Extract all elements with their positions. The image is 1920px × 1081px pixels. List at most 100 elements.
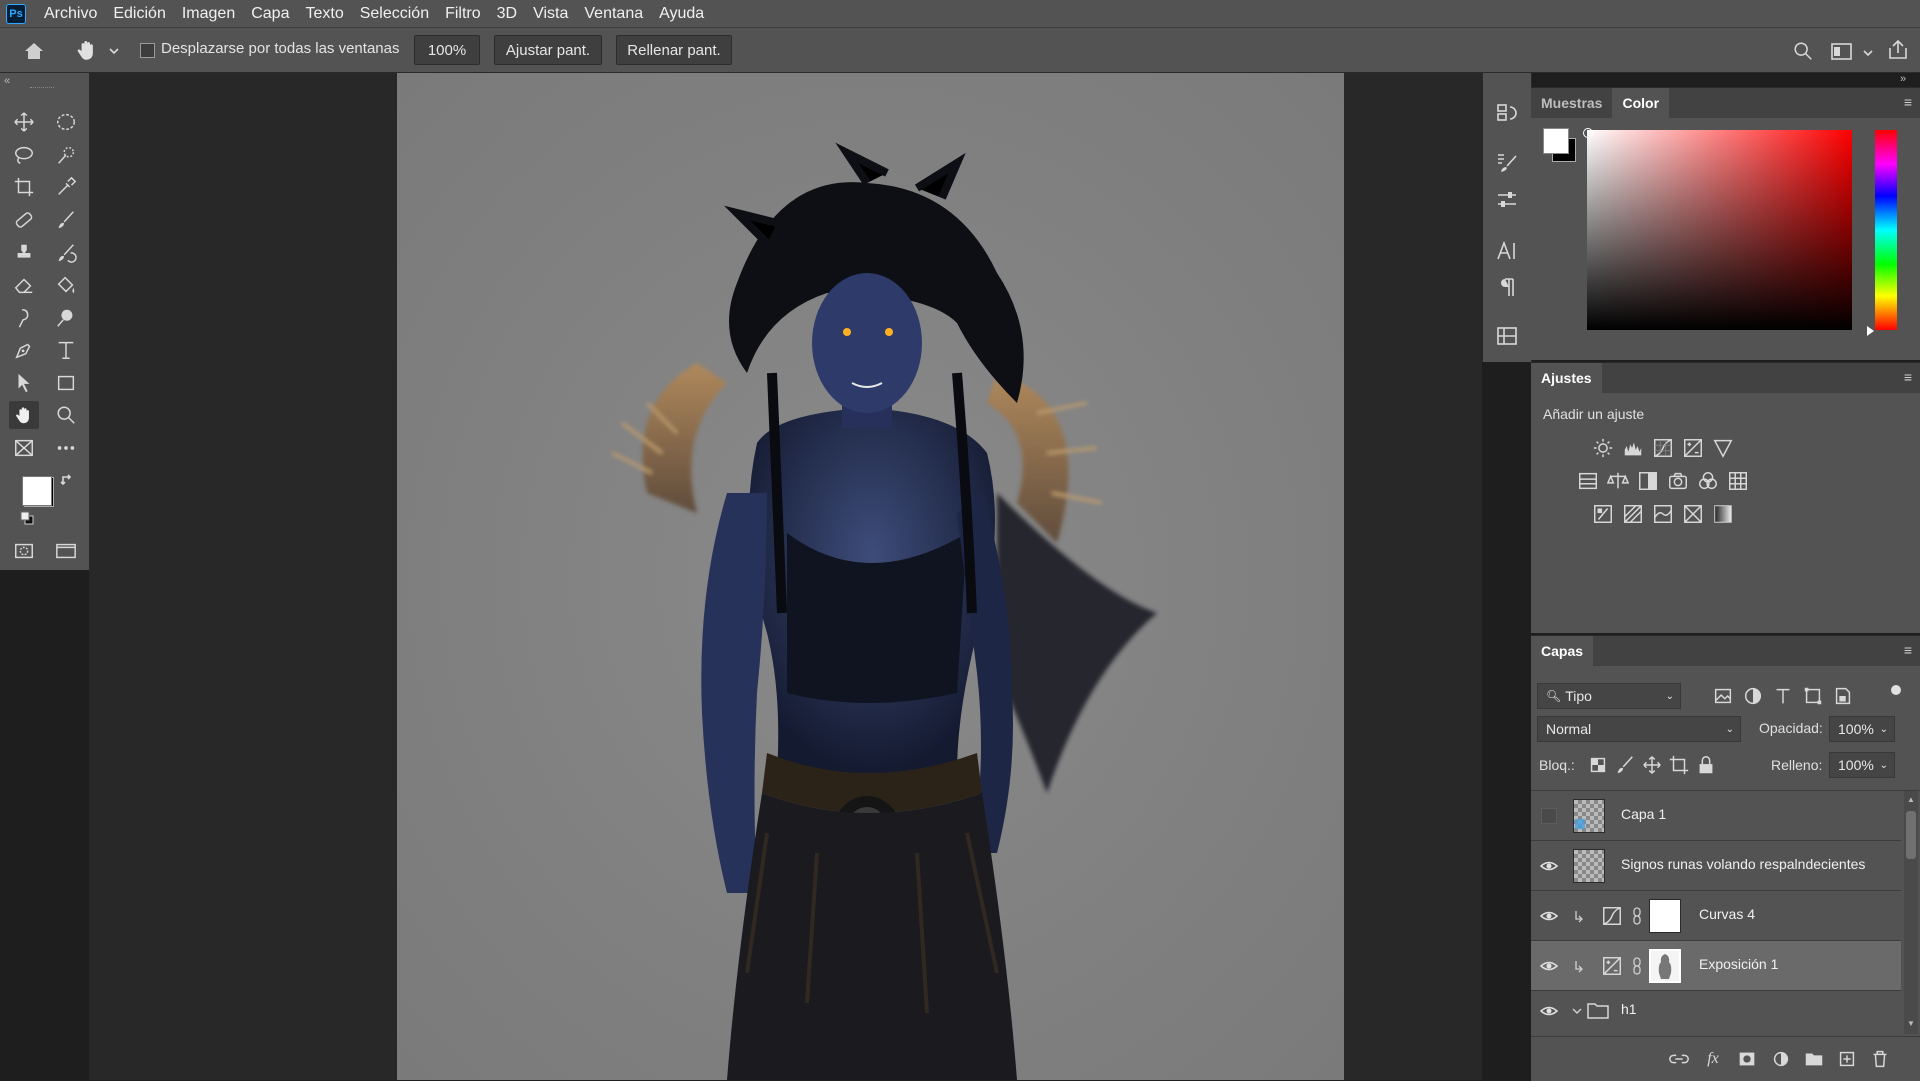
threshold-icon[interactable] bbox=[1651, 502, 1675, 526]
photo-filter-icon[interactable] bbox=[1666, 469, 1690, 493]
panel-menu-icon[interactable]: ≡ bbox=[1904, 94, 1912, 110]
collapse-toolbar-icon[interactable]: « bbox=[4, 75, 10, 87]
menu-vista[interactable]: Vista bbox=[525, 0, 576, 27]
filter-pixel-icon[interactable] bbox=[1711, 684, 1735, 708]
menu-3d[interactable]: 3D bbox=[489, 0, 525, 27]
zoom-tool-icon[interactable] bbox=[51, 401, 81, 429]
layer-visibility-toggle[interactable] bbox=[1541, 808, 1557, 824]
quick-selection-tool-icon[interactable] bbox=[51, 141, 81, 169]
scrollbar-thumb[interactable] bbox=[1906, 811, 1916, 859]
selective-color-icon[interactable] bbox=[1681, 502, 1705, 526]
healing-brush-tool-icon[interactable] bbox=[9, 206, 39, 234]
color-field-cursor[interactable] bbox=[1583, 128, 1593, 138]
path-selection-tool-icon[interactable] bbox=[9, 369, 39, 397]
elliptical-marquee-tool-icon[interactable] bbox=[51, 108, 81, 136]
levels-icon[interactable] bbox=[1621, 436, 1645, 460]
layer-row-signos-runas[interactable]: Signos runas volando respalndecientes bbox=[1531, 841, 1901, 891]
new-layer-icon[interactable] bbox=[1835, 1047, 1859, 1071]
hand-tool-preset-icon[interactable] bbox=[74, 37, 102, 65]
eye-icon[interactable] bbox=[1539, 956, 1559, 976]
menu-seleccion[interactable]: Selección bbox=[352, 0, 437, 27]
brush-tool-icon[interactable] bbox=[51, 206, 81, 234]
link-icon[interactable] bbox=[1631, 907, 1643, 925]
screen-mode-icon[interactable] bbox=[51, 537, 81, 565]
new-adjustment-layer-icon[interactable] bbox=[1769, 1047, 1793, 1071]
new-group-icon[interactable] bbox=[1802, 1047, 1826, 1071]
blend-mode-select[interactable]: Normal ⌄ bbox=[1537, 716, 1741, 742]
menu-texto[interactable]: Texto bbox=[297, 0, 351, 27]
dodge-tool-icon[interactable] bbox=[51, 304, 81, 332]
filter-type-icon[interactable] bbox=[1771, 684, 1795, 708]
group-expand-chevron-icon[interactable] bbox=[1571, 1005, 1583, 1017]
layer-row-h1-group[interactable]: h1 bbox=[1531, 991, 1901, 1031]
adjustments-menu-icon[interactable]: ≡ bbox=[1904, 369, 1912, 385]
lock-pixels-icon[interactable] bbox=[1613, 753, 1637, 777]
layers-menu-icon[interactable]: ≡ bbox=[1904, 642, 1912, 658]
fit-screen-button[interactable]: Ajustar pant. bbox=[494, 35, 602, 65]
eyedropper-tool-icon[interactable] bbox=[51, 173, 81, 201]
vibrance-icon[interactable] bbox=[1711, 436, 1735, 460]
lock-all-icon[interactable] bbox=[1694, 753, 1718, 777]
delete-layer-icon[interactable] bbox=[1868, 1047, 1892, 1071]
layer-mask-thumbnail[interactable] bbox=[1649, 949, 1681, 983]
add-mask-icon[interactable] bbox=[1735, 1047, 1759, 1071]
invert-icon[interactable] bbox=[1591, 502, 1615, 526]
layer-row-capa-1[interactable]: Capa 1 bbox=[1531, 791, 1901, 841]
tab-color[interactable]: Color bbox=[1612, 88, 1670, 118]
smudge-tool-icon[interactable] bbox=[9, 304, 39, 332]
scroll-down-icon[interactable]: ▼ bbox=[1907, 1019, 1915, 1028]
eraser-tool-icon[interactable] bbox=[9, 271, 39, 299]
gradient-map-icon[interactable] bbox=[1711, 502, 1735, 526]
hue-saturation-icon[interactable] bbox=[1576, 469, 1600, 493]
curves-icon[interactable] bbox=[1651, 436, 1675, 460]
tab-muestras[interactable]: Muestras bbox=[1531, 88, 1612, 118]
chevron-down-icon[interactable] bbox=[108, 44, 120, 56]
layer-row-exposicion-1[interactable]: Exposición 1 bbox=[1531, 941, 1901, 991]
lock-transparent-icon[interactable] bbox=[1586, 753, 1610, 777]
opacity-field[interactable]: 100% ⌄ bbox=[1829, 716, 1895, 742]
swap-colors-icon[interactable] bbox=[60, 473, 74, 487]
filter-adjustment-icon[interactable] bbox=[1741, 684, 1765, 708]
fill-field[interactable]: 100% ⌄ bbox=[1829, 752, 1895, 778]
layer-row-curvas-4[interactable]: Curvas 4 bbox=[1531, 891, 1901, 941]
menu-archivo[interactable]: Archivo bbox=[36, 0, 105, 27]
menu-capa[interactable]: Capa bbox=[243, 0, 297, 27]
foreground-color-swatch[interactable] bbox=[22, 476, 52, 506]
more-tools-icon[interactable] bbox=[51, 434, 81, 462]
hand-tool-icon[interactable] bbox=[9, 401, 39, 429]
scroll-up-icon[interactable]: ▲ bbox=[1907, 795, 1915, 804]
eye-icon[interactable] bbox=[1539, 1001, 1559, 1021]
filter-smart-object-icon[interactable] bbox=[1831, 684, 1855, 708]
exposure-icon[interactable] bbox=[1681, 436, 1705, 460]
menu-edicion[interactable]: Edición bbox=[105, 0, 173, 27]
color-lookup-icon[interactable] bbox=[1726, 469, 1750, 493]
lock-artboard-icon[interactable] bbox=[1667, 753, 1691, 777]
crop-tool-icon[interactable] bbox=[9, 173, 39, 201]
history-brush-tool-icon[interactable] bbox=[51, 239, 81, 267]
menu-ayuda[interactable]: Ayuda bbox=[651, 0, 712, 27]
home-icon[interactable] bbox=[22, 39, 46, 63]
clone-stamp-tool-icon[interactable] bbox=[9, 239, 39, 267]
layer-mask-thumbnail[interactable] bbox=[1649, 899, 1681, 933]
default-colors-icon[interactable] bbox=[20, 511, 34, 525]
layer-filter-select[interactable]: 🔍︎ Tipo ⌄ bbox=[1537, 683, 1681, 709]
zoom-field[interactable]: 100% bbox=[414, 35, 480, 65]
brightness-contrast-icon[interactable] bbox=[1591, 436, 1615, 460]
layers-scrollbar[interactable]: ▲ ▼ bbox=[1904, 791, 1918, 1034]
eye-icon[interactable] bbox=[1539, 856, 1559, 876]
brush-settings-icon[interactable] bbox=[1493, 149, 1521, 177]
posterize-icon[interactable] bbox=[1621, 502, 1645, 526]
workspace-icon[interactable] bbox=[1830, 41, 1854, 63]
link-layers-icon[interactable] bbox=[1667, 1047, 1691, 1071]
quick-mask-icon[interactable] bbox=[9, 537, 39, 565]
paragraph-panel-icon[interactable] bbox=[1493, 273, 1521, 301]
rectangle-tool-icon[interactable] bbox=[51, 369, 81, 397]
tab-ajustes[interactable]: Ajustes bbox=[1531, 363, 1602, 393]
history-panel-icon[interactable] bbox=[1493, 99, 1521, 127]
paint-bucket-tool-icon[interactable] bbox=[51, 271, 81, 299]
color-foreground-swatch[interactable] bbox=[1543, 128, 1569, 154]
lasso-tool-icon[interactable] bbox=[9, 141, 39, 169]
workspace-chevron-icon[interactable] bbox=[1862, 46, 1874, 58]
type-tool-icon[interactable] bbox=[51, 336, 81, 364]
frame-tool-icon[interactable] bbox=[9, 434, 39, 462]
